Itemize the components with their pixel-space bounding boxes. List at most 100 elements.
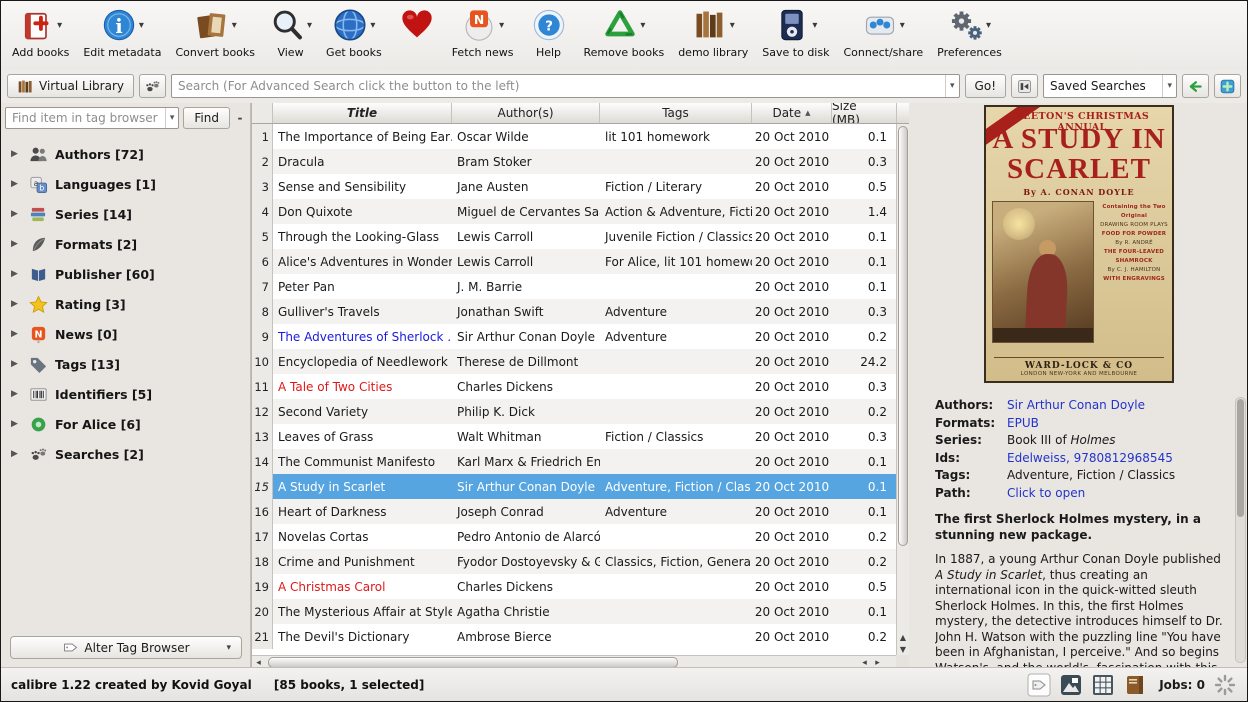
expand-chevron-icon[interactable]: ▶ bbox=[11, 179, 22, 189]
toolbar-button-library[interactable]: ▾demo library bbox=[671, 4, 755, 60]
book-row[interactable]: 20The Mysterious Affair at StylesAgatha … bbox=[252, 599, 897, 624]
book-row[interactable]: 14The Communist ManifestoKarl Marx & Fri… bbox=[252, 449, 897, 474]
book-row[interactable]: 21The Devil's DictionaryAmbrose Bierce20… bbox=[252, 624, 897, 649]
cell-tags[interactable] bbox=[600, 274, 752, 299]
cell-authors[interactable]: Agatha Christie bbox=[452, 599, 600, 624]
metadata-value[interactable]: Edelweiss, 9780812968545 bbox=[1007, 450, 1173, 468]
cell-size[interactable]: 0.1 bbox=[832, 499, 897, 524]
cell-size[interactable]: 0.1 bbox=[832, 599, 897, 624]
cell-tags[interactable] bbox=[600, 399, 752, 424]
toolbar-button-remove-books[interactable]: ▾Remove books bbox=[577, 4, 672, 60]
book-row[interactable]: 19A Christmas CarolCharles Dickens20 Oct… bbox=[252, 574, 897, 599]
cell-date[interactable]: 20 Oct 2010 bbox=[752, 199, 832, 224]
cell-date[interactable]: 20 Oct 2010 bbox=[752, 424, 832, 449]
toggle-cover-grid-button[interactable] bbox=[1091, 673, 1115, 697]
toolbar-button-add-books[interactable]: ▾Add books bbox=[5, 4, 76, 60]
book-row[interactable]: 8Gulliver's TravelsJonathan SwiftAdventu… bbox=[252, 299, 897, 324]
cell-tags[interactable]: Classics, Fiction, General,… bbox=[600, 549, 752, 574]
go-button[interactable]: Go! bbox=[965, 74, 1006, 98]
cell-date[interactable]: 20 Oct 2010 bbox=[752, 274, 832, 299]
cell-title[interactable]: The Devil's Dictionary bbox=[273, 624, 452, 649]
tag-browser-category[interactable]: ▶abLanguages [1] bbox=[1, 169, 250, 199]
jobs-status[interactable]: Jobs: 0 bbox=[1159, 678, 1205, 692]
toggle-tag-browser-button[interactable] bbox=[1027, 673, 1051, 697]
scroll-up-icon[interactable]: ▲ bbox=[897, 631, 909, 643]
toolbar-button-help[interactable]: ?Help bbox=[521, 4, 577, 60]
cell-authors[interactable]: Charles Dickens bbox=[452, 574, 600, 599]
details-scrollbar-thumb[interactable] bbox=[1237, 399, 1244, 517]
toolbar-button-save-to-disk[interactable]: ▾Save to disk bbox=[755, 4, 836, 60]
cell-date[interactable]: 20 Oct 2010 bbox=[752, 299, 832, 324]
column-header-authors[interactable]: Author(s) bbox=[452, 103, 600, 123]
cell-size[interactable]: 1.4 bbox=[832, 199, 897, 224]
book-row[interactable]: 16Heart of DarknessJoseph ConradAdventur… bbox=[252, 499, 897, 524]
cell-tags[interactable] bbox=[600, 449, 752, 474]
cell-size[interactable]: 0.1 bbox=[832, 274, 897, 299]
cell-authors[interactable]: Sir Arthur Conan Doyle bbox=[452, 324, 600, 349]
metadata-value[interactable]: Sir Arthur Conan Doyle bbox=[1007, 397, 1145, 415]
saved-searches-arrow-icon[interactable]: ▾ bbox=[1162, 75, 1176, 97]
column-header-size[interactable]: Size (MB) bbox=[832, 103, 897, 123]
cell-title[interactable]: A Tale of Two Cities bbox=[273, 374, 452, 399]
expand-chevron-icon[interactable]: ▶ bbox=[11, 419, 22, 429]
toolbar-button-get-books[interactable]: ▾Get books bbox=[319, 4, 389, 60]
cell-date[interactable]: 20 Oct 2010 bbox=[752, 349, 832, 374]
tag-browser-category[interactable]: ▶For Alice [6] bbox=[1, 409, 250, 439]
cell-tags[interactable] bbox=[600, 374, 752, 399]
dropdown-arrow-icon[interactable]: ▾ bbox=[640, 20, 645, 31]
cell-date[interactable]: 20 Oct 2010 bbox=[752, 174, 832, 199]
cell-title[interactable]: Novelas Cortas bbox=[273, 524, 452, 549]
dropdown-arrow-icon[interactable]: ▾ bbox=[900, 20, 905, 31]
cell-authors[interactable]: Sir Arthur Conan Doyle bbox=[452, 474, 600, 499]
cell-tags[interactable] bbox=[600, 349, 752, 374]
cell-authors[interactable]: Karl Marx & Friedrich Eng… bbox=[452, 449, 600, 474]
cell-authors[interactable]: J. M. Barrie bbox=[452, 274, 600, 299]
book-row[interactable]: 4Don QuixoteMiguel de Cervantes Saa…Acti… bbox=[252, 199, 897, 224]
tag-browser-category[interactable]: ▶Formats [2] bbox=[1, 229, 250, 259]
column-header-tags[interactable]: Tags bbox=[600, 103, 752, 123]
save-search-button[interactable] bbox=[1011, 74, 1038, 98]
cell-authors[interactable]: Bram Stoker bbox=[452, 149, 600, 174]
book-row[interactable]: 3Sense and SensibilityJane AustenFiction… bbox=[252, 174, 897, 199]
cell-tags[interactable]: Fiction / Classics bbox=[600, 424, 752, 449]
cell-size[interactable]: 0.1 bbox=[832, 224, 897, 249]
saved-searches-combo[interactable]: Saved Searches ▾ bbox=[1043, 74, 1177, 98]
cell-tags[interactable] bbox=[600, 574, 752, 599]
expand-chevron-icon[interactable]: ▶ bbox=[11, 359, 22, 369]
scroll-down-icon[interactable]: ▼ bbox=[897, 643, 909, 655]
cell-size[interactable]: 24.2 bbox=[832, 349, 897, 374]
tag-browser-category[interactable]: ▶Publisher [60] bbox=[1, 259, 250, 289]
add-saved-search-button[interactable] bbox=[1214, 74, 1241, 98]
expand-chevron-icon[interactable]: ▶ bbox=[11, 149, 22, 159]
cell-title[interactable]: The Mysterious Affair at Styles bbox=[273, 599, 452, 624]
cell-size[interactable]: 0.3 bbox=[832, 424, 897, 449]
book-row[interactable]: 18Crime and PunishmentFyodor Dostoyevsky… bbox=[252, 549, 897, 574]
cell-size[interactable]: 0.2 bbox=[832, 524, 897, 549]
cell-size[interactable]: 0.1 bbox=[832, 449, 897, 474]
cell-title[interactable]: Crime and Punishment bbox=[273, 549, 452, 574]
expand-chevron-icon[interactable]: ▶ bbox=[11, 239, 22, 249]
book-row[interactable]: 5Through the Looking-GlassLewis CarrollJ… bbox=[252, 224, 897, 249]
cell-size[interactable]: 0.5 bbox=[832, 574, 897, 599]
book-row[interactable]: 13Leaves of GrassWalt WhitmanFiction / C… bbox=[252, 424, 897, 449]
expand-chevron-icon[interactable]: ▶ bbox=[11, 449, 22, 459]
cell-authors[interactable]: Philip K. Dick bbox=[452, 399, 600, 424]
cell-date[interactable]: 20 Oct 2010 bbox=[752, 474, 832, 499]
cell-title[interactable]: Sense and Sensibility bbox=[273, 174, 452, 199]
book-row[interactable]: 6Alice's Adventures in Wonder…Lewis Carr… bbox=[252, 249, 897, 274]
toggle-book-details-button[interactable] bbox=[1123, 673, 1147, 697]
cell-title[interactable]: Dracula bbox=[273, 149, 452, 174]
copy-saved-search-button[interactable] bbox=[1182, 74, 1209, 98]
cell-date[interactable]: 20 Oct 2010 bbox=[752, 324, 832, 349]
book-row[interactable]: 15A Study in ScarletSir Arthur Conan Doy… bbox=[252, 474, 897, 499]
toggle-cover-browser-button[interactable] bbox=[1059, 673, 1083, 697]
cell-tags[interactable]: For Alice, lit 101 homework bbox=[600, 249, 752, 274]
cell-date[interactable]: 20 Oct 2010 bbox=[752, 124, 832, 149]
vertical-scrollbar[interactable]: ▲ ▼ bbox=[896, 124, 909, 655]
cell-date[interactable]: 20 Oct 2010 bbox=[752, 374, 832, 399]
cell-authors[interactable]: Jonathan Swift bbox=[452, 299, 600, 324]
cell-authors[interactable]: Ambrose Bierce bbox=[452, 624, 600, 649]
search-dropdown-arrow-icon[interactable]: ▾ bbox=[945, 75, 959, 97]
find-dropdown-arrow-icon[interactable]: ▾ bbox=[165, 108, 179, 128]
cell-authors[interactable]: Lewis Carroll bbox=[452, 224, 600, 249]
